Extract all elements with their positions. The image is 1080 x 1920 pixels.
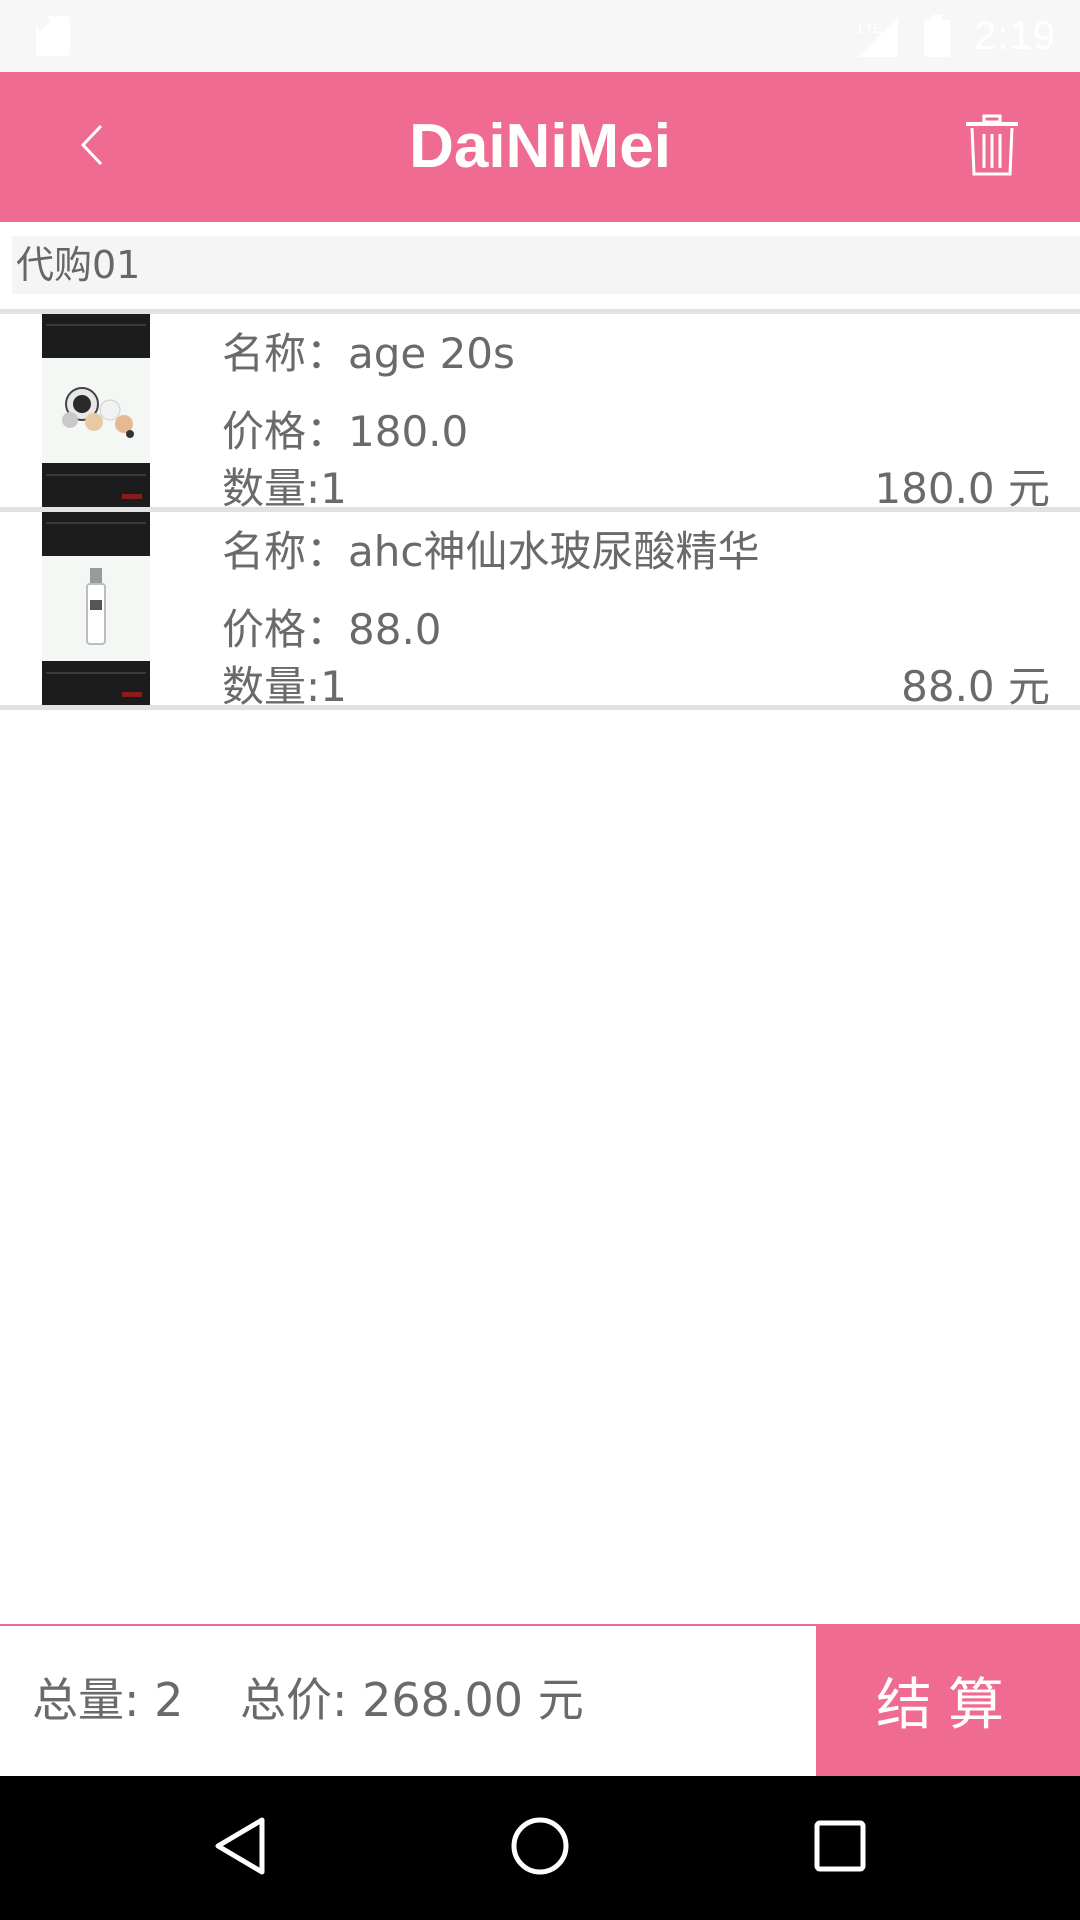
nav-recents-button[interactable] xyxy=(804,1812,876,1884)
serum-bottle-icon xyxy=(42,556,150,661)
signal-icon: LTE xyxy=(854,13,900,59)
thumbnail-tag xyxy=(122,494,142,499)
divider xyxy=(0,705,1080,710)
status-bar: LTE 2:19 xyxy=(0,0,1080,72)
product-thumbnail xyxy=(42,512,150,705)
cart-item[interactable]: 名称：age 20s 价格：180.0 数量:1 180.0 元 xyxy=(0,314,1080,513)
item-name: 名称：age 20s xyxy=(222,329,515,378)
sd-card-icon xyxy=(36,16,70,56)
checkout-bar: 总量: 2 总价: 268.00 元 结算 xyxy=(0,1624,1080,1776)
app-bar: DaiNiMei xyxy=(0,72,1080,222)
product-thumbnail xyxy=(42,314,150,507)
total-quantity: 总量: 2 xyxy=(32,1673,184,1727)
triangle-back-icon xyxy=(210,1814,270,1882)
square-recents-icon xyxy=(812,1818,868,1878)
nav-home-button[interactable] xyxy=(504,1812,576,1884)
delete-button[interactable] xyxy=(952,108,1032,188)
cart-item[interactable]: 名称：ahc神仙水玻尿酸精华 价格：88.0 数量:1 88.0 元 xyxy=(0,512,1080,711)
status-clock: 2:19 xyxy=(974,13,1056,58)
svg-text:LTE: LTE xyxy=(858,20,883,36)
circle-home-icon xyxy=(508,1814,572,1882)
thumbnail-stripe xyxy=(46,474,146,476)
thumbnail-stripe xyxy=(46,672,146,674)
item-price: 价格：88.0 xyxy=(222,605,442,654)
cart-screen: LTE 2:19 DaiNiMei 代购01 名称：age 20s 价格：180… xyxy=(0,0,1080,1920)
app-title: DaiNiMei xyxy=(409,112,671,181)
status-icons: LTE 2:19 xyxy=(854,10,1056,62)
thumbnail-stripe xyxy=(46,324,146,326)
thumbnail-stripe xyxy=(46,522,146,524)
system-nav-bar xyxy=(0,1776,1080,1920)
battery-icon xyxy=(922,13,952,59)
checkout-button[interactable]: 结算 xyxy=(816,1624,1080,1776)
thumbnail-tag xyxy=(122,692,142,697)
nav-back-button[interactable] xyxy=(204,1812,276,1884)
item-price: 价格：180.0 xyxy=(222,407,469,456)
item-name: 名称：ahc神仙水玻尿酸精华 xyxy=(222,527,760,576)
shop-section-header: 代购01 xyxy=(12,236,1080,294)
total-price: 总价: 268.00 元 xyxy=(240,1673,584,1727)
trash-icon xyxy=(962,114,1022,182)
compact-cushion-icon xyxy=(42,358,150,463)
